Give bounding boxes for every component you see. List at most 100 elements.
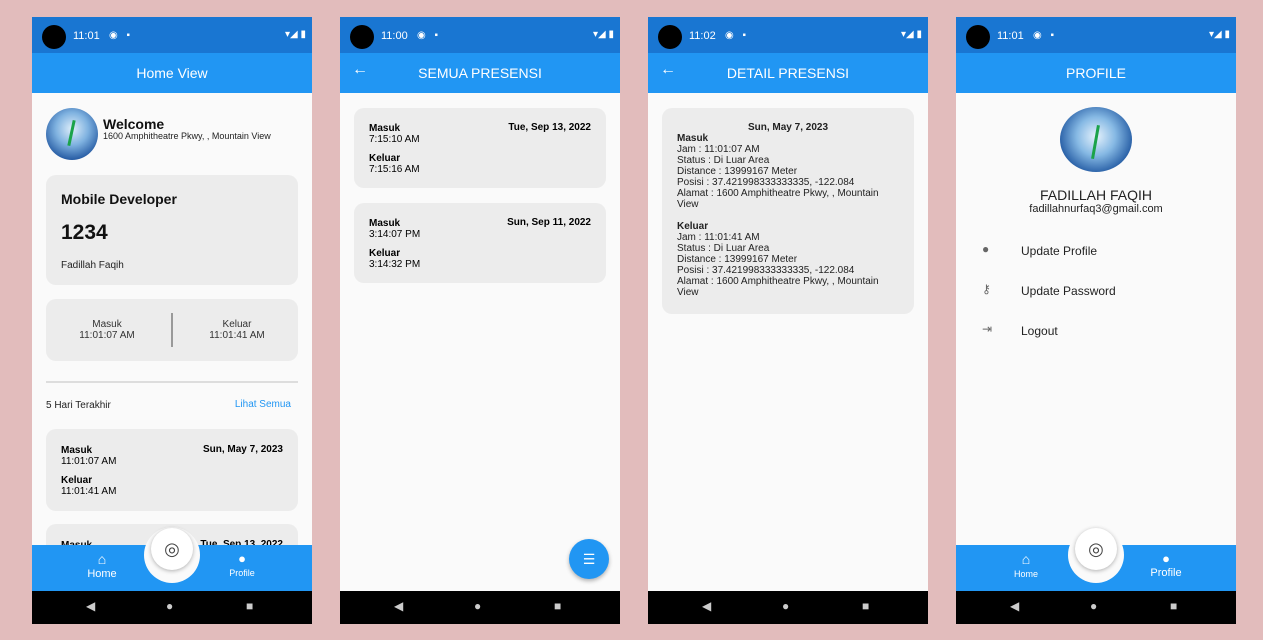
record-keluar-time: 3:14:32 PM [369,259,421,270]
key-icon: ⚷ [982,282,991,296]
fingerprint-icon[interactable]: ◎ [1075,528,1117,570]
nav-home[interactable]: ⌂ Home [52,551,152,580]
nav-home[interactable]: ⌂ Home [976,551,1076,579]
signal-battery-icon: ▾◢ ▮ [901,29,922,40]
record-date: Sun, May 7, 2023 [202,444,283,455]
record-masuk-time: 3:14:07 PM [369,229,421,240]
home-icon: ⌂ [1021,551,1031,567]
today-attendance-card: Masuk 11:01:07 AM Keluar 11:01:41 AM [46,299,298,361]
update-profile-item[interactable]: ● Update Profile [982,242,1222,262]
app-bar: ← DETAIL PRESENSI [648,53,928,93]
camera-cutout [350,25,374,49]
phone-attendance-detail: 11:02 ◉ ▪ ▾◢ ▮ ← DETAIL PRESENSI Sun, Ma… [648,17,928,624]
record-keluar-time: 7:15:16 AM [369,164,420,175]
status-time: 11:01 [73,30,100,42]
notification-icons: ◉ ▪ [417,30,442,41]
system-navigation: ◀ ● ■ [340,591,620,624]
nav-home-label: Home [87,568,117,580]
masuk-label: Masuk [677,133,709,144]
logout-item[interactable]: ⇥ Logout [982,322,1222,342]
keluar-status: Status : Di Luar Area [677,243,770,254]
app-bar: PROFILE [956,53,1236,93]
record-date: Sun, Sep 11, 2022 [507,217,591,228]
record-masuk-time: 11:01:07 AM [61,456,117,467]
status-time: 11:00 [381,30,408,42]
signal-battery-icon: ▾◢ ▮ [1209,29,1230,40]
menu-label: Logout [1021,324,1058,338]
back-nav-icon[interactable]: ◀ [1010,599,1019,613]
camera-cutout [42,25,66,49]
person-icon: ● [982,242,990,256]
keluar-distance: Distance : 13999167 Meter [677,254,798,265]
avatar [46,108,98,160]
filter-fab[interactable]: ☰ [569,539,609,579]
phone-home: 11:01 ◉ ▪ ▾◢ ▮ Home View Welcome 1600 Am… [32,17,312,624]
divider [171,313,173,347]
welcome-heading: Welcome [103,116,165,132]
page-title: SEMUA PRESENSI [418,65,542,81]
record-masuk-label: Masuk [369,123,401,134]
recents-nav-icon[interactable]: ■ [1170,599,1177,613]
logout-icon: ⇥ [982,322,993,336]
menu-label: Update Profile [1021,244,1098,258]
menu-label: Update Password [1021,284,1116,298]
back-nav-icon[interactable]: ◀ [702,599,711,613]
record-masuk-time: 7:15:10 AM [369,134,420,145]
signal-battery-icon: ▾◢ ▮ [593,29,614,40]
keluar-jam: Jam : 11:01:41 AM [677,232,760,243]
keluar-posisi: Posisi : 37.421998333333335, -122.084 [677,265,855,276]
see-all-link[interactable]: Lihat Semua [235,399,291,410]
keluar-label: Keluar [677,221,709,232]
keluar-label: Keluar [222,319,252,330]
attendance-record-card[interactable]: Masuk 3:14:07 PM Sun, Sep 11, 2022 Kelua… [354,203,606,283]
record-keluar-label: Keluar [61,475,93,486]
record-date: Tue, Sep 13, 2022 [508,122,591,133]
record-masuk-label: Masuk [369,218,401,229]
attendance-record-card[interactable]: Masuk 11:01:07 AM Sun, May 7, 2023 Kelua… [46,429,298,511]
home-nav-icon[interactable]: ● [782,599,789,613]
profile-email: fadillahnurfaq3@gmail.com [1029,203,1163,215]
notification-icons: ◉ ▪ [725,30,750,41]
fingerprint-icon[interactable]: ◎ [151,528,193,570]
list-icon: ☰ [582,551,596,567]
employee-name: Fadillah Faqih [61,260,124,271]
status-time: 11:02 [689,30,716,42]
home-nav-icon[interactable]: ● [474,599,481,613]
masuk-jam: Jam : 11:01:07 AM [677,144,760,155]
record-keluar-label: Keluar [369,153,401,164]
nav-profile[interactable]: ● Profile [192,551,292,578]
home-nav-icon[interactable]: ● [166,599,173,613]
signal-battery-icon: ▾◢ ▮ [285,29,306,40]
status-time: 11:01 [997,30,1024,42]
section-label: 5 Hari Terakhir [46,400,111,411]
back-nav-icon[interactable]: ◀ [86,599,95,613]
status-bar: 11:02 ◉ ▪ ▾◢ ▮ [648,17,928,53]
nav-profile[interactable]: ● Profile [1116,551,1216,579]
notification-icons: ◉ ▪ [1033,30,1058,41]
back-nav-icon[interactable]: ◀ [394,599,403,613]
recents-nav-icon[interactable]: ■ [246,599,253,613]
keluar-section: Keluar Jam : 11:01:41 AM Status : Di Lua… [677,221,902,298]
masuk-section: Masuk Jam : 11:01:07 AM Status : Di Luar… [677,133,902,210]
recents-nav-icon[interactable]: ■ [554,599,561,613]
status-bar: 11:01 ◉ ▪ ▾◢ ▮ [32,17,312,53]
masuk-time: 11:01:07 AM [79,330,135,341]
employee-nip: 1234 [61,221,108,244]
notification-icons: ◉ ▪ [109,30,134,41]
keluar-alamat: Alamat : 1600 Amphitheatre Pkwy, , Mount… [677,276,879,298]
masuk-label: Masuk [92,319,122,330]
attendance-record-card[interactable]: Masuk 7:15:10 AM Tue, Sep 13, 2022 Kelua… [354,108,606,188]
nav-profile-label: Profile [1150,567,1182,579]
address-text: 1600 Amphitheatre Pkwy, , Mountain View [103,131,271,141]
app-bar: Home View [32,53,312,93]
record-masuk-label: Masuk [61,445,93,456]
recents-nav-icon[interactable]: ■ [862,599,869,613]
update-password-item[interactable]: ⚷ Update Password [982,282,1222,302]
record-keluar-time: 11:01:41 AM [61,486,117,497]
camera-cutout [966,25,990,49]
home-nav-icon[interactable]: ● [1090,599,1097,613]
page-title: DETAIL PRESENSI [726,65,850,81]
status-bar: 11:00 ◉ ▪ ▾◢ ▮ [340,17,620,53]
job-title: Mobile Developer [61,191,177,207]
keluar-time: 11:01:41 AM [209,330,265,341]
